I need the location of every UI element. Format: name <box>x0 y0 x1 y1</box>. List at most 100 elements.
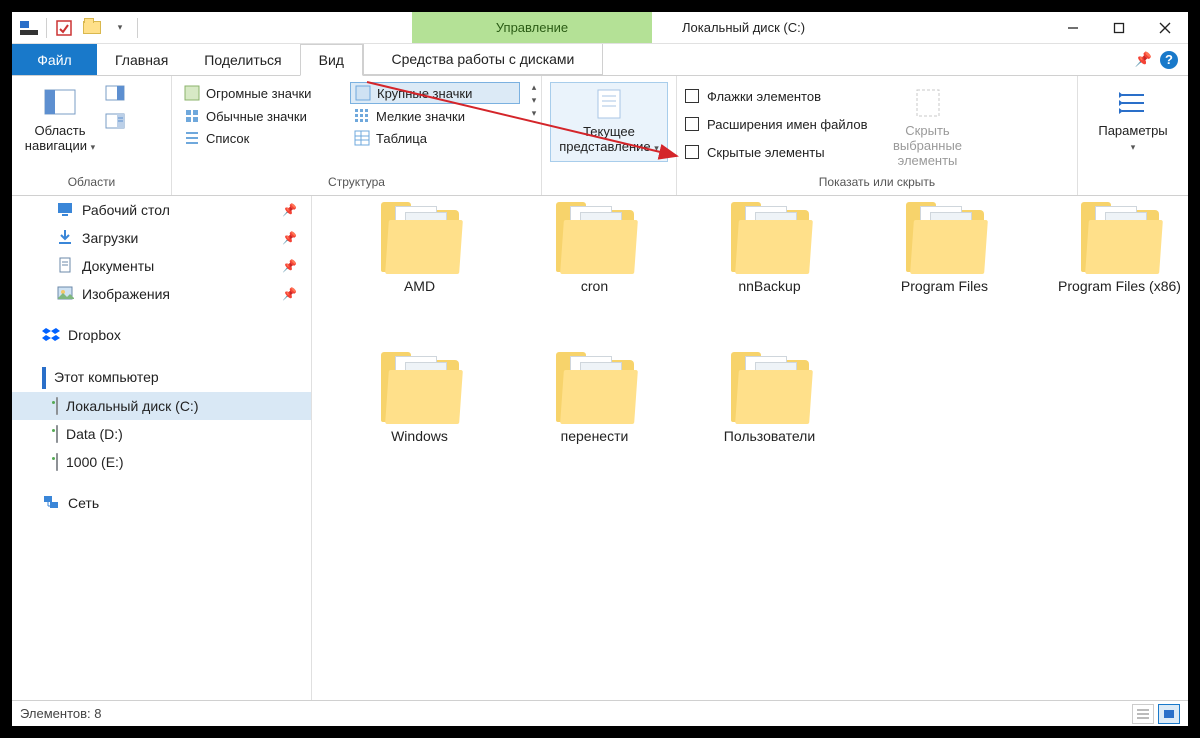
window-title: Локальный диск (C:) <box>652 12 1050 43</box>
nav-desktop[interactable]: Рабочий стол📌 <box>12 196 311 224</box>
pin-icon: 📌 <box>282 231 297 245</box>
nav-local-disk-c-label: Локальный диск (C:) <box>66 398 199 414</box>
tab-share[interactable]: Поделиться <box>186 44 299 75</box>
options-icon <box>1116 86 1150 120</box>
quick-access-toolbar: ▾ <box>12 12 144 43</box>
network-icon <box>42 493 60 514</box>
drive-icon <box>56 454 58 470</box>
hide-selected-icon <box>911 86 945 120</box>
folder-item[interactable]: Пользователи <box>682 358 857 498</box>
layout-extra-large[interactable]: Огромные значки <box>180 82 350 104</box>
folder-item[interactable]: Windows <box>332 358 507 498</box>
documents-icon <box>56 256 74 277</box>
layout-large-label: Крупные значки <box>377 86 472 101</box>
folder-label: AMD <box>404 278 435 294</box>
folder-icon <box>556 210 634 272</box>
layout-list-label: Список <box>206 131 249 146</box>
qat-dropdown[interactable]: ▾ <box>109 17 131 39</box>
folder-item[interactable]: AMD <box>332 208 507 348</box>
drive-icon <box>56 398 58 414</box>
nav-network-label: Сеть <box>68 495 99 511</box>
folder-item[interactable]: nnBackup <box>682 208 857 348</box>
layout-list[interactable]: Список <box>180 128 350 148</box>
folder-label: nnBackup <box>738 278 800 294</box>
nav-dropbox-label: Dropbox <box>68 327 121 343</box>
qat-separator-2 <box>137 18 138 38</box>
layout-large[interactable]: Крупные значки <box>350 82 520 104</box>
options-label: Параметры <box>1098 123 1167 138</box>
minimize-button[interactable] <box>1050 12 1096 44</box>
nav-this-pc[interactable]: Этот компьютер <box>12 362 311 392</box>
folder-icon <box>1081 210 1159 272</box>
hide-selected-button[interactable]: Скрыть выбранные элементы <box>888 82 968 169</box>
folder-item[interactable]: Program Files (x86) <box>1032 208 1188 348</box>
layout-gallery-expand[interactable]: ▾ <box>526 108 542 119</box>
explorer-window: ▾ Управление Локальный диск (C:) Файл Гл… <box>12 12 1188 726</box>
file-list[interactable]: AMD cron nnBackup Program Files Program File… <box>312 196 1188 700</box>
folder-icon <box>556 360 634 422</box>
nav-network[interactable]: Сеть <box>12 488 311 518</box>
layout-medium[interactable]: Обычные значки <box>180 106 350 126</box>
view-details-button[interactable] <box>1132 704 1154 724</box>
nav-1000-e[interactable]: 1000 (E:) <box>12 448 311 476</box>
panes-group-label: Области <box>12 175 171 195</box>
nav-pictures[interactable]: Изображения📌 <box>12 280 311 308</box>
pin-ribbon-icon[interactable]: 📌 <box>1135 51 1152 68</box>
layout-scroll-up[interactable]: ▴ <box>526 82 542 93</box>
checkbox-item-checkboxes[interactable]: Флажки элементов <box>685 84 868 108</box>
navigation-pane-label: Область навигации <box>25 123 87 153</box>
layout-small[interactable]: Мелкие значки <box>350 106 520 126</box>
checkbox-file-extensions-label: Расширения имен файлов <box>707 117 868 132</box>
help-icon[interactable]: ? <box>1160 51 1178 69</box>
options-button[interactable]: Параметры▾ <box>1093 82 1173 154</box>
properties-icon[interactable] <box>53 17 75 39</box>
navigation-pane-icon <box>43 86 77 120</box>
checkbox-item-checkboxes-label: Флажки элементов <box>707 89 821 104</box>
folder-label: Program Files <box>901 278 988 294</box>
navigation-pane[interactable]: Рабочий стол📌 Загрузки📌 Документы📌 Изобр… <box>12 196 312 700</box>
ribbon-tab-row: Файл Главная Поделиться Вид Средства раб… <box>12 44 1188 76</box>
downloads-icon <box>56 228 74 249</box>
hide-selected-label: Скрыть выбранные элементы <box>888 124 968 169</box>
checkbox-file-extensions[interactable]: Расширения имен файлов <box>685 112 868 136</box>
app-icon <box>18 17 40 39</box>
pin-icon: 📌 <box>282 287 297 301</box>
maximize-button[interactable] <box>1096 12 1142 44</box>
dropbox-icon <box>42 325 60 346</box>
checkbox-hidden-items[interactable]: Скрытые элементы <box>685 140 868 164</box>
nav-data-d[interactable]: Data (D:) <box>12 420 311 448</box>
view-large-icons-button[interactable] <box>1158 704 1180 724</box>
ribbon: Область навигации ▾ Области <box>12 76 1188 196</box>
nav-local-disk-c[interactable]: Локальный диск (C:) <box>12 392 311 420</box>
layout-group-label: Структура <box>172 175 541 195</box>
layout-small-label: Мелкие значки <box>376 109 465 124</box>
checkbox-hidden-items-label: Скрытые элементы <box>707 145 825 160</box>
desktop-icon <box>56 200 74 221</box>
details-pane-button[interactable] <box>104 110 126 132</box>
tab-drive-tools[interactable]: Средства работы с дисками <box>363 44 603 75</box>
navigation-pane-button[interactable]: Область навигации ▾ <box>20 82 100 154</box>
nav-documents[interactable]: Документы📌 <box>12 252 311 280</box>
tab-file[interactable]: Файл <box>12 44 97 75</box>
current-view-button[interactable]: Текущее представление ▾ <box>550 82 668 162</box>
nav-data-d-label: Data (D:) <box>66 426 123 442</box>
layout-details[interactable]: Таблица <box>350 128 520 148</box>
folder-item[interactable]: Program Files <box>857 208 1032 348</box>
close-button[interactable] <box>1142 12 1188 44</box>
preview-pane-button[interactable] <box>104 82 126 104</box>
nav-desktop-label: Рабочий стол <box>82 202 170 218</box>
folder-icon[interactable] <box>81 17 103 39</box>
tab-home[interactable]: Главная <box>97 44 186 75</box>
folder-item[interactable]: cron <box>507 208 682 348</box>
nav-downloads[interactable]: Загрузки📌 <box>12 224 311 252</box>
show-hide-group-label: Показать или скрыть <box>677 175 1077 195</box>
title-bar: ▾ Управление Локальный диск (C:) <box>12 12 1188 44</box>
folder-item[interactable]: перенести <box>507 358 682 498</box>
nav-documents-label: Документы <box>82 258 154 274</box>
folder-label: перенести <box>561 428 629 444</box>
qat-separator <box>46 18 47 38</box>
layout-scroll-down[interactable]: ▾ <box>526 95 542 106</box>
current-view-label: Текущее представление <box>559 124 650 154</box>
nav-dropbox[interactable]: Dropbox <box>12 320 311 350</box>
tab-view[interactable]: Вид <box>300 44 363 76</box>
